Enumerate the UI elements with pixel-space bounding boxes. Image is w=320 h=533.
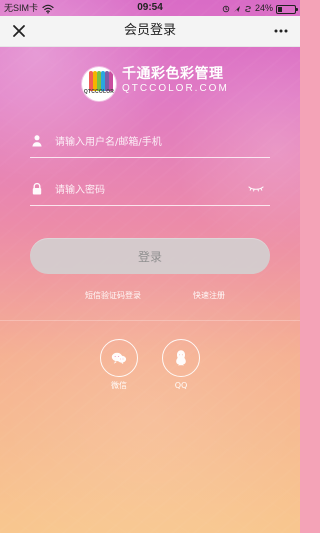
sync-icon bbox=[245, 5, 251, 13]
logo-strip-6 bbox=[109, 71, 113, 91]
carrier-label: 无SIM卡 bbox=[4, 3, 39, 13]
brand-logo: QTCCOLOR bbox=[82, 67, 116, 101]
wifi-icon bbox=[42, 4, 54, 14]
page-title: 会员登录 bbox=[123, 23, 177, 38]
qq-label: QQ bbox=[174, 381, 188, 390]
quick-register-link[interactable]: 快速注册 bbox=[193, 290, 225, 301]
sms-login-link[interactable]: 短信验证码登录 bbox=[85, 290, 141, 301]
password-field bbox=[30, 177, 270, 206]
wechat-button[interactable] bbox=[100, 339, 138, 377]
brand-name: 千通彩色彩管理 bbox=[122, 66, 224, 82]
wechat-icon bbox=[111, 352, 127, 365]
password-input[interactable] bbox=[55, 181, 245, 199]
eye-closed-icon[interactable] bbox=[248, 183, 264, 193]
status-left: 无SIM卡 bbox=[4, 0, 54, 16]
status-time: 09:54 bbox=[137, 2, 163, 13]
qq-login[interactable]: QQ bbox=[160, 339, 202, 391]
battery-level bbox=[278, 6, 282, 12]
secondary-links: 短信验证码登录 快速注册 bbox=[85, 290, 225, 304]
login-content: QTCCOLOR 千通彩色彩管理 QTCCOLOR.COM 请输入用户名/邮箱/… bbox=[0, 0, 300, 533]
close-icon[interactable] bbox=[10, 22, 28, 40]
divider-line bbox=[0, 320, 300, 321]
location-arrow-icon bbox=[233, 6, 240, 12]
username-input[interactable] bbox=[55, 133, 245, 151]
brand-text: 千通彩色彩管理 QTCCOLOR.COM bbox=[122, 66, 229, 95]
top-navigation: 会员登录 bbox=[0, 16, 300, 47]
battery-label: 24% bbox=[254, 3, 273, 13]
login-button[interactable]: 登录 bbox=[30, 238, 270, 274]
status-right: 24% bbox=[222, 0, 298, 16]
user-icon bbox=[32, 135, 42, 147]
wechat-label: 微信 bbox=[111, 381, 127, 390]
status-bar: 无SIM卡 09:54 24% bbox=[0, 0, 300, 16]
username-field bbox=[30, 129, 270, 158]
brand-url: QTCCOLOR.COM bbox=[122, 83, 229, 94]
login-screen: 无SIM卡 09:54 24% 会员登录 QTCCOLOR 千通彩色彩管理 QT… bbox=[0, 0, 300, 533]
battery-icon bbox=[276, 4, 298, 14]
logo-text: QTCCOLOR bbox=[83, 89, 115, 95]
alarm-icon bbox=[222, 5, 230, 13]
qq-icon bbox=[176, 350, 186, 366]
wechat-login[interactable]: 微信 bbox=[98, 339, 140, 391]
lock-icon bbox=[32, 182, 42, 195]
qq-button[interactable] bbox=[162, 339, 200, 377]
brand-block: QTCCOLOR 千通彩色彩管理 QTCCOLOR.COM bbox=[82, 65, 232, 105]
more-icon[interactable] bbox=[272, 22, 290, 40]
